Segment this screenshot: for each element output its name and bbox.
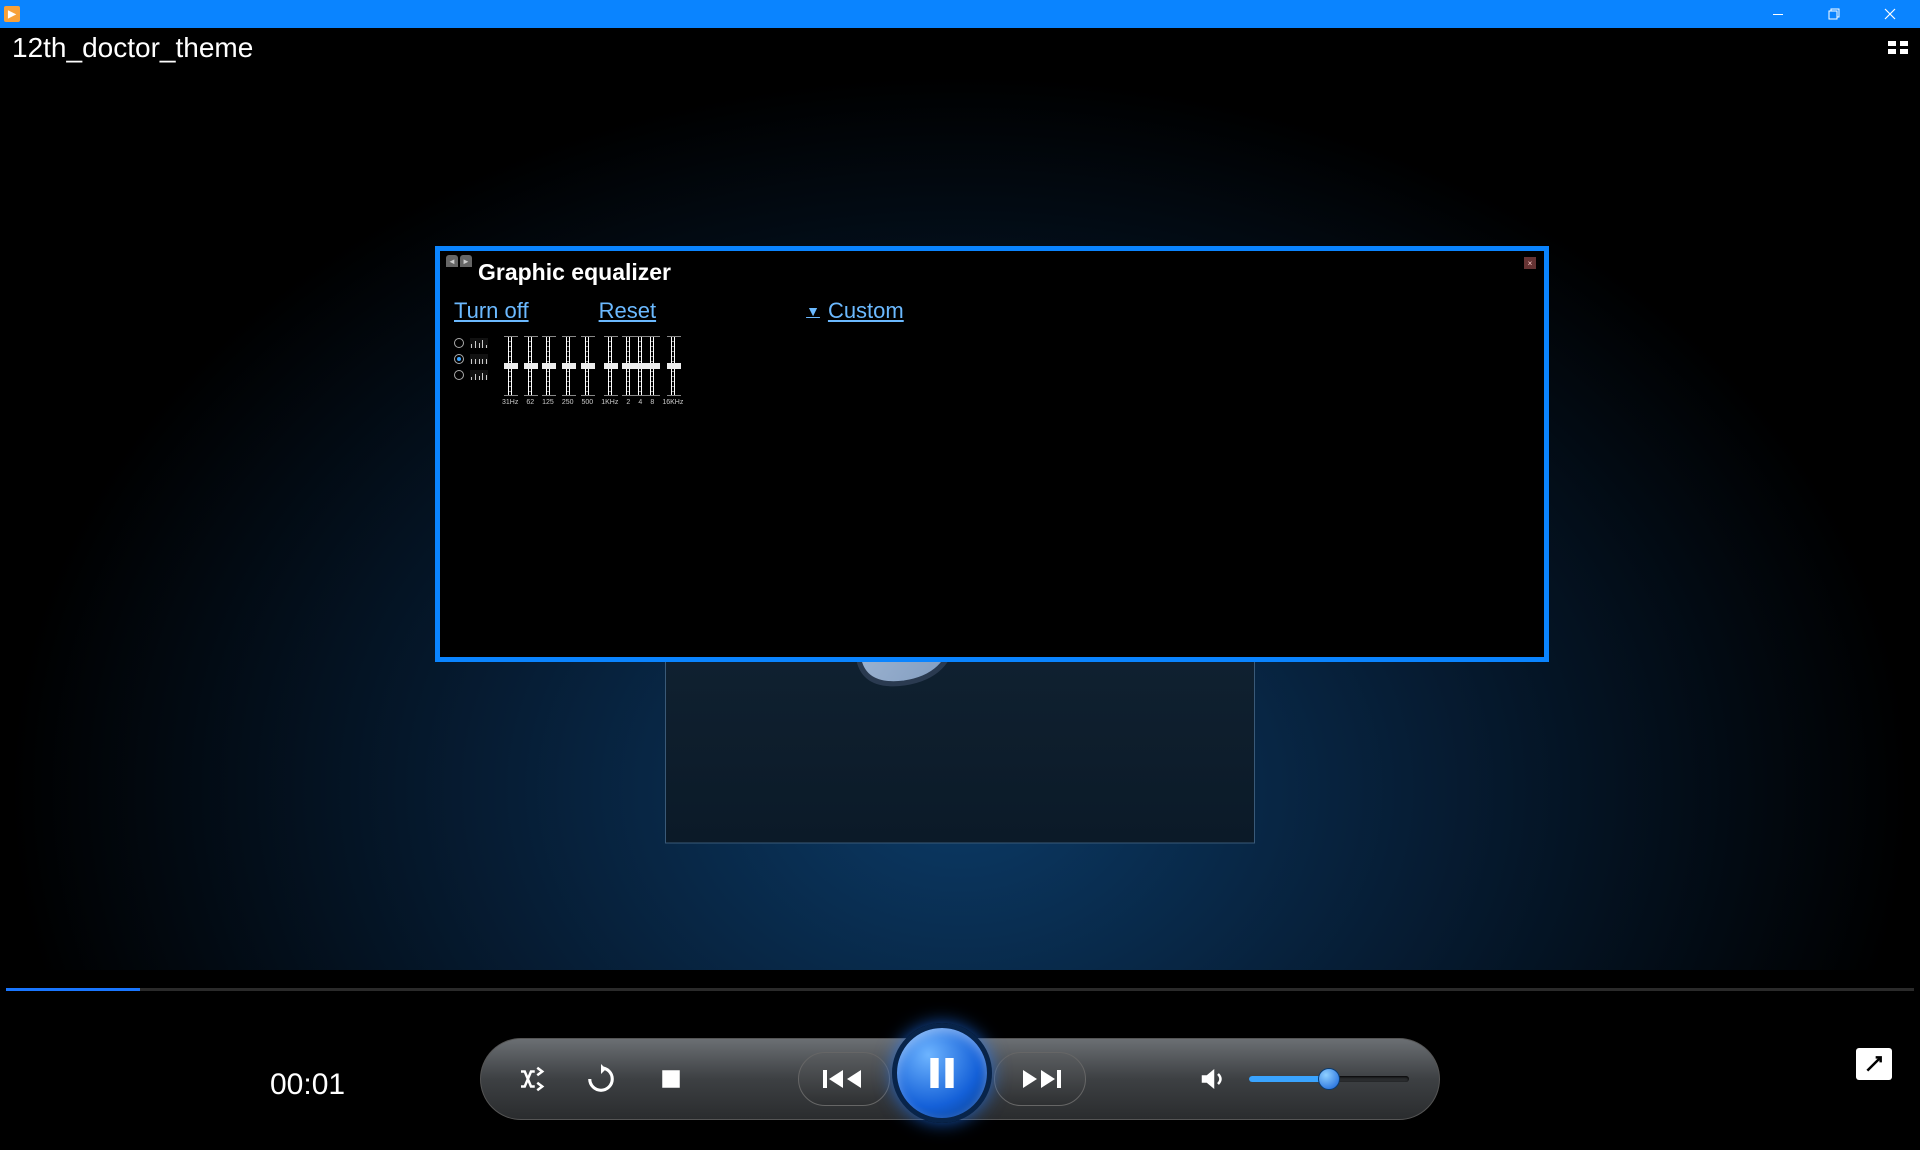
playback-controls-bar: 00:01 xyxy=(0,1000,1920,1150)
equalizer-prev-enhancement-button[interactable]: ◄ xyxy=(446,255,458,267)
equalizer-band-5: 1KHz xyxy=(601,336,618,406)
seek-fill xyxy=(6,988,140,991)
seek-track xyxy=(6,988,1914,991)
equalizer-band-label-0: 31Hz xyxy=(502,399,518,406)
equalizer-scope-selectors xyxy=(454,336,488,380)
mute-button[interactable] xyxy=(1193,1059,1233,1099)
equalizer-band-7: 4 xyxy=(638,336,642,406)
equalizer-scope-option-2[interactable] xyxy=(454,370,488,380)
equalizer-band-slider-2[interactable] xyxy=(546,336,550,396)
equalizer-actions: Turn off Reset ▼ Custom xyxy=(444,292,1540,336)
equalizer-close-button[interactable]: × xyxy=(1524,257,1536,269)
volume-thumb[interactable] xyxy=(1318,1068,1340,1090)
window-controls xyxy=(1750,0,1918,28)
equalizer-preset-label: Custom xyxy=(828,298,904,324)
repeat-button[interactable] xyxy=(581,1059,621,1099)
equalizer-band-8: 8 xyxy=(650,336,654,406)
equalizer-band-slider-0[interactable] xyxy=(508,336,512,396)
equalizer-band-thumb-1[interactable] xyxy=(524,363,538,369)
equalizer-band-slider-4[interactable] xyxy=(585,336,589,396)
equalizer-scope-option-1[interactable] xyxy=(454,354,488,364)
equalizer-band-4: 500 xyxy=(582,336,594,406)
equalizer-band-1: 62 xyxy=(526,336,534,406)
equalizer-reset-link[interactable]: Reset xyxy=(599,298,656,324)
equalizer-band-label-8: 8 xyxy=(650,399,654,406)
equalizer-band-label-6: 2 xyxy=(626,399,630,406)
graphic-equalizer-panel: ◄ ► × Graphic equalizer Turn off Reset ▼… xyxy=(435,246,1549,662)
track-title: 12th_doctor_theme xyxy=(12,32,253,64)
equalizer-band-slider-1[interactable] xyxy=(528,336,532,396)
seek-bar[interactable] xyxy=(0,980,1920,1000)
dropdown-arrow-icon: ▼ xyxy=(806,303,820,319)
equalizer-band-label-3: 250 xyxy=(562,399,574,406)
player-header: 12th_doctor_theme xyxy=(0,28,1920,68)
volume-slider[interactable] xyxy=(1249,1076,1409,1082)
stop-button[interactable] xyxy=(651,1059,691,1099)
previous-button[interactable] xyxy=(798,1052,890,1106)
equalizer-band-thumb-3[interactable] xyxy=(562,363,576,369)
close-button[interactable] xyxy=(1862,0,1918,28)
equalizer-scope-option-0[interactable] xyxy=(454,338,488,348)
equalizer-band-label-5: 1KHz xyxy=(601,399,618,406)
volume-control xyxy=(1193,1059,1409,1099)
equalizer-band-thumb-4[interactable] xyxy=(581,363,595,369)
equalizer-band-slider-6[interactable] xyxy=(626,336,630,396)
equalizer-preset-dropdown[interactable]: ▼ Custom xyxy=(806,298,904,324)
equalizer-band-9: 16KHz xyxy=(662,336,683,406)
equalizer-band-6: 2 xyxy=(626,336,630,406)
equalizer-turnoff-link[interactable]: Turn off xyxy=(454,298,529,324)
equalizer-band-thumb-0[interactable] xyxy=(504,363,518,369)
next-button[interactable] xyxy=(994,1052,1086,1106)
play-pause-button[interactable] xyxy=(892,1023,992,1123)
titlebar-left: ▶ xyxy=(2,6,20,22)
equalizer-band-label-9: 16KHz xyxy=(662,399,683,406)
equalizer-band-label-2: 125 xyxy=(542,399,554,406)
equalizer-band-3: 250 xyxy=(562,336,574,406)
shuffle-button[interactable] xyxy=(511,1059,551,1099)
app-icon: ▶ xyxy=(4,6,20,22)
window-titlebar: ▶ xyxy=(0,0,1920,28)
switch-to-library-button[interactable] xyxy=(1888,41,1908,55)
equalizer-nav: ◄ ► xyxy=(446,255,472,267)
equalizer-band-thumb-9[interactable] xyxy=(667,363,681,369)
equalizer-band-thumb-2[interactable] xyxy=(542,363,556,369)
elapsed-time-label: 00:01 xyxy=(270,1068,345,1102)
equalizer-next-enhancement-button[interactable]: ► xyxy=(460,255,472,267)
equalizer-band-label-4: 500 xyxy=(582,399,594,406)
equalizer-band-label-1: 62 xyxy=(526,399,534,406)
equalizer-band-2: 125 xyxy=(542,336,554,406)
equalizer-sliders: 31Hz 62 125 250 500 1KHz 2 4 8 16KHz xyxy=(502,336,683,406)
equalizer-band-slider-9[interactable] xyxy=(671,336,675,396)
equalizer-band-slider-5[interactable] xyxy=(608,336,612,396)
maximize-button[interactable] xyxy=(1806,0,1862,28)
equalizer-header: ◄ ► × Graphic equalizer xyxy=(444,255,1540,292)
minimize-button[interactable] xyxy=(1750,0,1806,28)
visualization-pane: ◄ ► × Graphic equalizer Turn off Reset ▼… xyxy=(0,68,1920,970)
transport-pill xyxy=(480,1038,1440,1120)
equalizer-band-label-7: 4 xyxy=(638,399,642,406)
equalizer-band-slider-3[interactable] xyxy=(566,336,570,396)
equalizer-band-thumb-5[interactable] xyxy=(604,363,618,369)
equalizer-band-thumb-8[interactable] xyxy=(646,363,660,369)
equalizer-band-0: 31Hz xyxy=(502,336,518,406)
equalizer-band-slider-7[interactable] xyxy=(638,336,642,396)
equalizer-title: Graphic equalizer xyxy=(478,259,1530,286)
fullscreen-button[interactable] xyxy=(1856,1048,1892,1080)
equalizer-band-slider-8[interactable] xyxy=(650,336,654,396)
